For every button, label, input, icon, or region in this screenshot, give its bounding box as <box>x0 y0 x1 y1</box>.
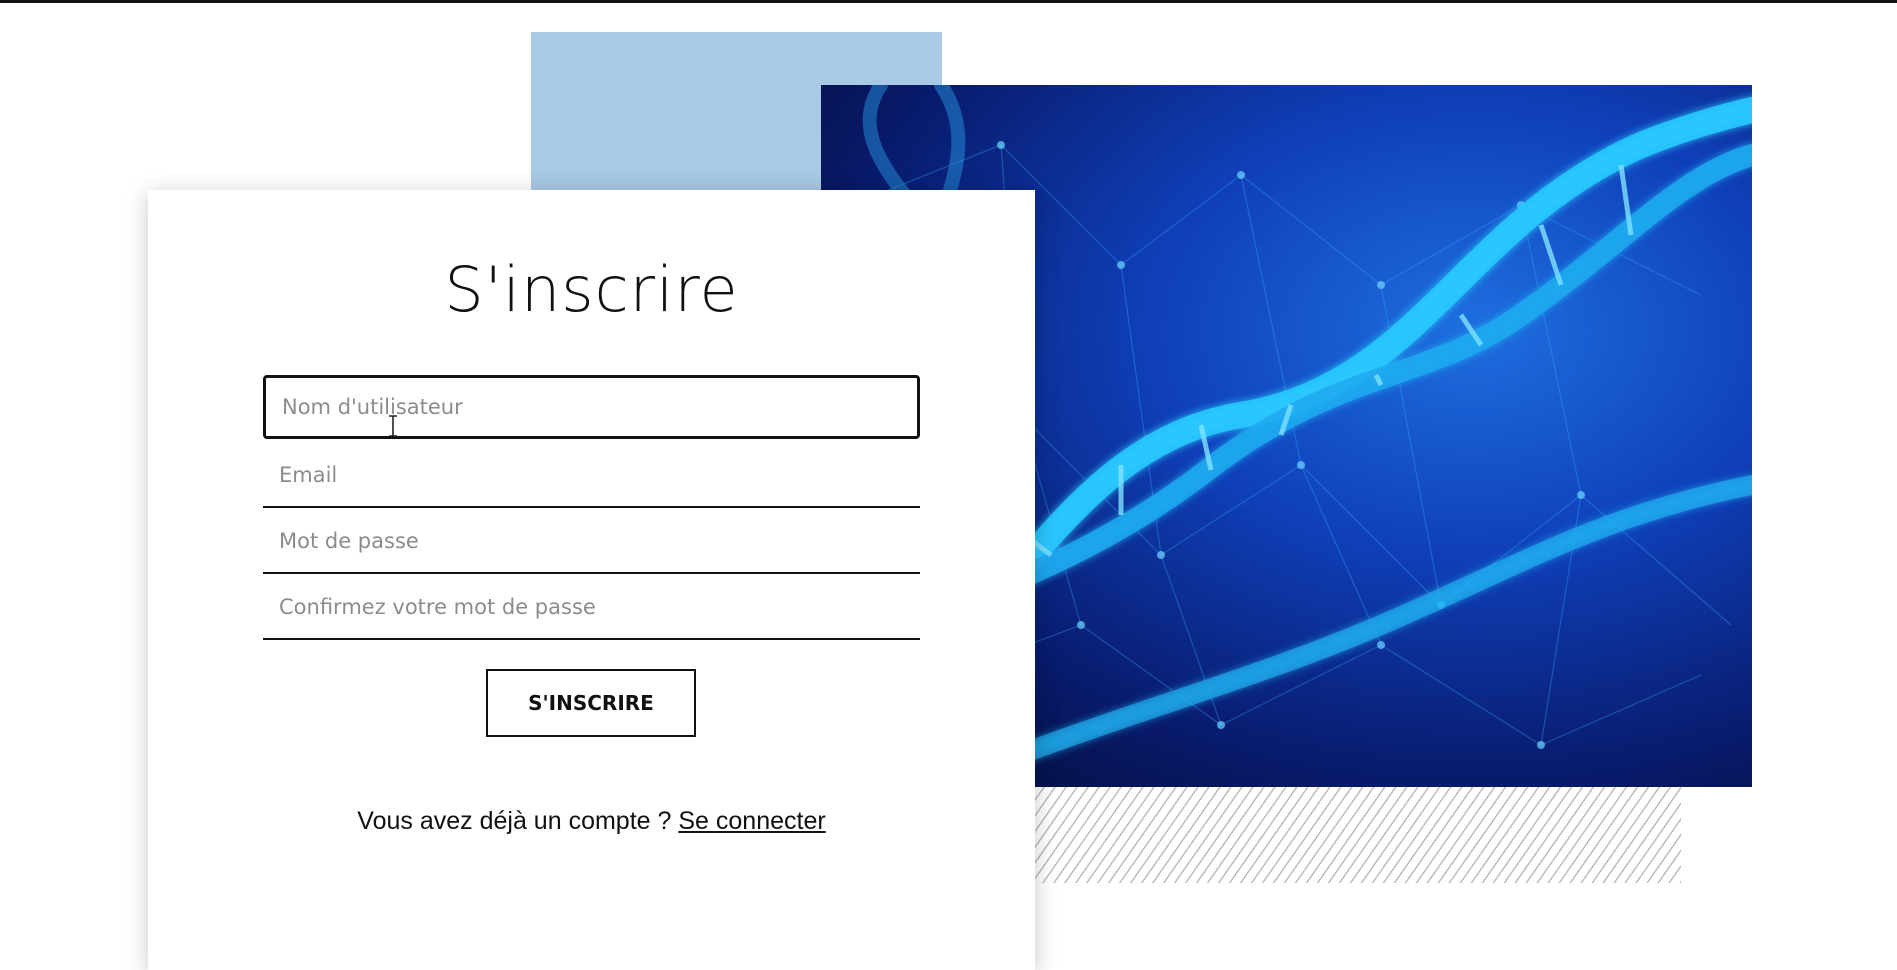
signup-card: S'inscrire S'INSCRIRE Vous avez déjà un … <box>148 190 1035 970</box>
username-input[interactable] <box>266 378 917 436</box>
email-field[interactable] <box>263 444 920 508</box>
confirm-password-input[interactable] <box>263 576 920 638</box>
confirm-password-field[interactable] <box>263 576 920 640</box>
email-input[interactable] <box>263 444 920 506</box>
username-field[interactable] <box>263 375 920 439</box>
signup-button[interactable]: S'INSCRIRE <box>486 669 696 737</box>
password-input[interactable] <box>263 510 920 572</box>
password-field[interactable] <box>263 510 920 574</box>
text-cursor-icon <box>389 415 397 437</box>
decorative-hatch-pattern <box>1034 787 1681 883</box>
login-prompt-text: Vous avez déjà un compte ? <box>357 807 672 835</box>
login-link[interactable]: Se connecter <box>678 807 825 835</box>
top-border <box>0 0 1897 3</box>
page-title: S'inscrire <box>444 253 739 326</box>
login-prompt: Vous avez déjà un compte ? Se connecter <box>148 807 1035 836</box>
